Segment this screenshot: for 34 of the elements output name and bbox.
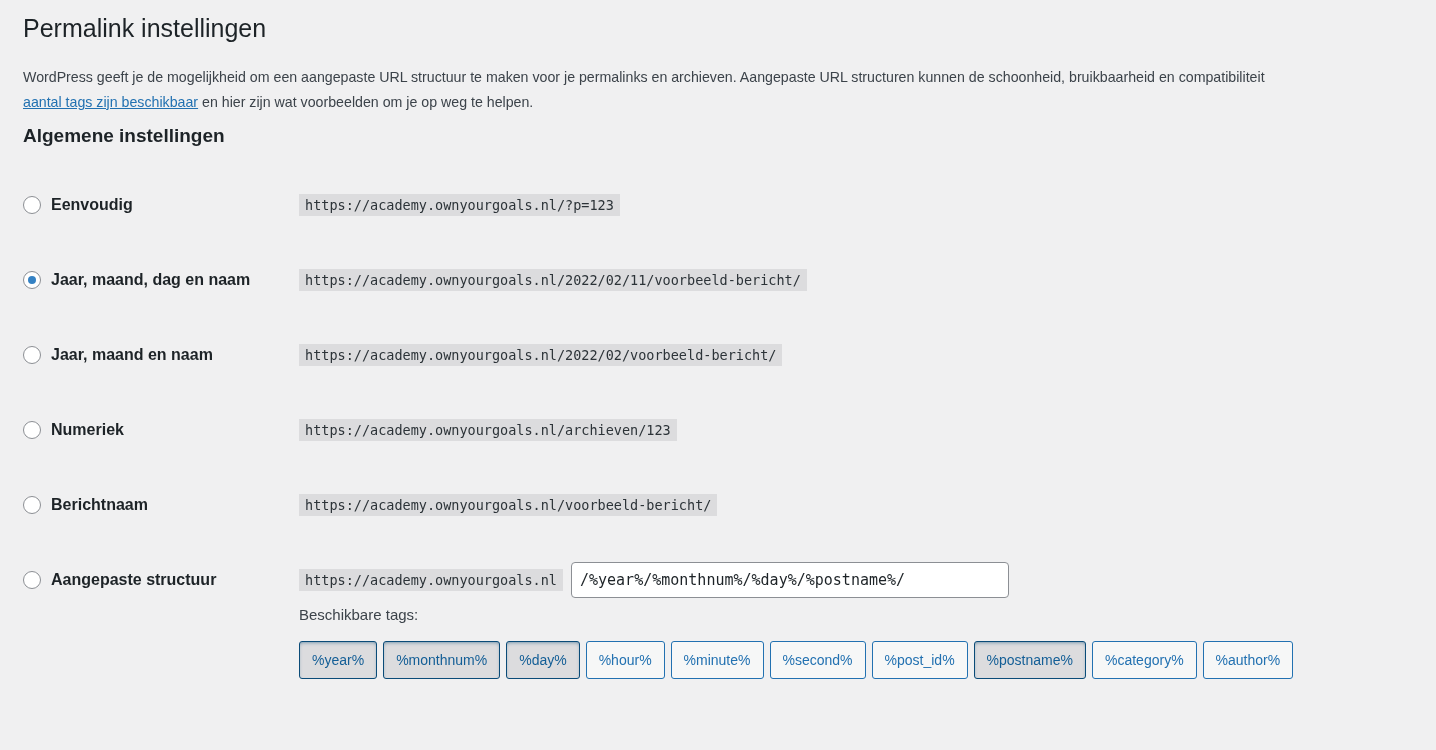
url-example: https://academy.ownyourgoals.nl/2022/02/11/voorbeeld-bericht/ xyxy=(299,269,807,291)
tag-button[interactable]: %minute% xyxy=(670,641,764,679)
url-example: https://academy.ownyourgoals.nl/?p=123 xyxy=(299,194,620,216)
tag-button[interactable]: %year% xyxy=(299,641,378,679)
url-example: https://academy.ownyourgoals.nl xyxy=(299,569,563,591)
option-label[interactable]: Berichtnaam xyxy=(51,496,148,514)
radio-button[interactable] xyxy=(23,496,41,514)
tags-label: Beschikbare tags: xyxy=(299,606,420,623)
url-example: https://academy.ownyourgoals.nl/archieven/123 xyxy=(299,419,677,441)
option-label[interactable]: Jaar, maand en naam xyxy=(51,346,213,364)
option-label[interactable]: Aangepaste structuur xyxy=(51,571,217,589)
option-label[interactable]: Jaar, maand, dag en naam xyxy=(51,271,251,289)
section-title: Algemene instellingen xyxy=(23,125,226,147)
tag-button[interactable]: %postname% xyxy=(973,641,1086,679)
option-label[interactable]: Numeriek xyxy=(51,421,124,439)
option-label[interactable]: Eenvoudig xyxy=(51,196,133,214)
radio-button[interactable] xyxy=(23,196,41,214)
radio-button[interactable] xyxy=(23,346,41,364)
url-example: https://academy.ownyourgoals.nl/2022/02/voorbeeld-bericht/ xyxy=(299,344,783,366)
radio-button[interactable] xyxy=(23,571,41,589)
intro-paragraph: WordPress geeft je de mogelijkheid om een aangepaste URL structuur te maken voor je permalinks en archieven. Aangepaste URL structuren kunnen de schoonheid, bruikbaarheid en compatibiliteit aantal tags zijn beschikbaar en hier zijn wat voorbeelden om je op weg te helpen. xyxy=(23,68,1266,112)
tag-button[interactable]: %category% xyxy=(1092,641,1197,679)
radio-button[interactable] xyxy=(23,271,41,289)
tag-button[interactable]: %hour% xyxy=(585,641,665,679)
tag-button[interactable]: %author% xyxy=(1202,641,1294,679)
tags-link[interactable]: aantal tags zijn beschikbaar xyxy=(23,94,199,110)
tag-button[interactable]: %post_id% xyxy=(871,641,968,679)
tag-button[interactable]: %day% xyxy=(506,641,580,679)
structure-input[interactable]: /%year%/%monthnum%/%day%/%postname%/ xyxy=(570,562,1009,598)
page-title: Permalink instellingen xyxy=(23,14,268,43)
tag-button[interactable]: %second% xyxy=(769,641,866,679)
url-example: https://academy.ownyourgoals.nl/voorbeeld-bericht/ xyxy=(299,494,718,516)
tag-button[interactable]: %monthnum% xyxy=(383,641,501,679)
radio-button[interactable] xyxy=(23,421,41,439)
